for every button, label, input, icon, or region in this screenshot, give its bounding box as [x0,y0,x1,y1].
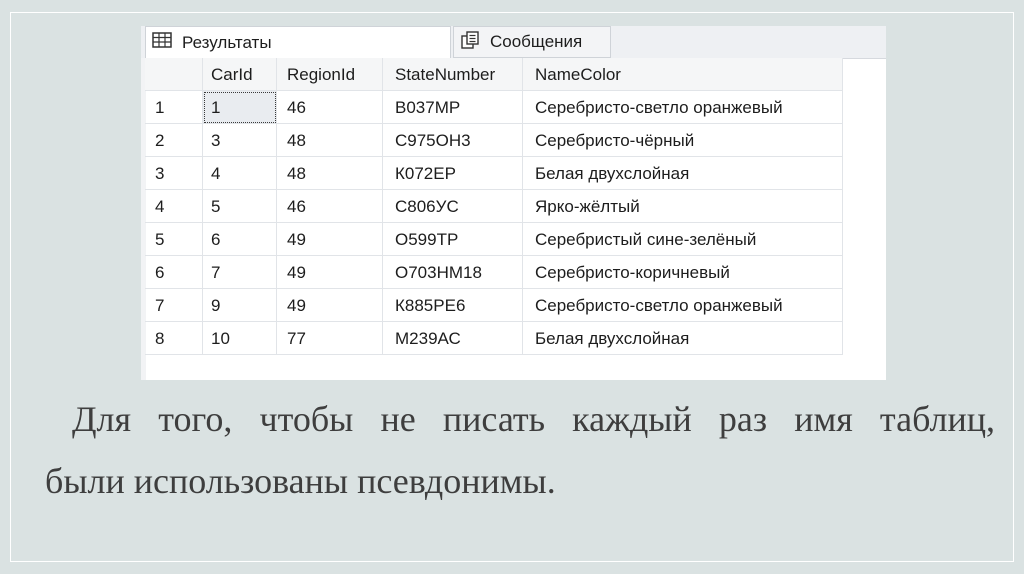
slide-caption: Для того, чтобы не писать каждый раз имя… [45,388,995,512]
cell-statenumber[interactable]: К072ЕР [383,157,523,190]
table-header-row: CarId RegionId StateNumber NameColor [145,58,845,91]
table-row: 7 9 49 К885РЕ6 Серебристо-светло оранжев… [145,289,845,322]
cell-statenumber[interactable]: О703НМ18 [383,256,523,289]
cell-carid[interactable]: 1 [203,91,277,124]
query-results-window: Результаты Сообщения CarId RegionId Stat… [141,26,886,380]
cell-regionid[interactable]: 49 [277,223,383,256]
results-tabbar: Результаты Сообщения [141,26,886,59]
cell-namecolor[interactable]: Серебристо-светло оранжевый [523,91,843,124]
cell-statenumber[interactable]: С806УС [383,190,523,223]
table-row: 1 1 46 В037МР Серебристо-светло оранжевы… [145,91,845,124]
column-header-regionid[interactable]: RegionId [277,58,383,91]
cell-regionid[interactable]: 48 [277,124,383,157]
cell-carid[interactable]: 10 [203,322,277,355]
tab-messages[interactable]: Сообщения [453,26,611,58]
table-row: 2 3 48 С975ОН3 Серебристо-чёрный [145,124,845,157]
row-number[interactable]: 8 [145,322,203,355]
cell-namecolor[interactable]: Ярко-жёлтый [523,190,843,223]
caption-line-1: Для того, чтобы не писать каждый раз имя… [72,399,995,439]
column-header-namecolor[interactable]: NameColor [523,58,843,91]
cell-namecolor[interactable]: Белая двухслойная [523,322,843,355]
cell-regionid[interactable]: 46 [277,190,383,223]
cell-regionid[interactable]: 77 [277,322,383,355]
tab-results-label: Результаты [182,32,272,52]
cell-carid[interactable]: 6 [203,223,277,256]
cell-statenumber[interactable]: С975ОН3 [383,124,523,157]
column-header-rownum[interactable] [145,58,203,91]
cell-carid[interactable]: 4 [203,157,277,190]
cell-namecolor[interactable]: Серебристо-чёрный [523,124,843,157]
table-row: 4 5 46 С806УС Ярко-жёлтый [145,190,845,223]
column-header-carid[interactable]: CarId [203,58,277,91]
row-number[interactable]: 1 [145,91,203,124]
table-row: 3 4 48 К072ЕР Белая двухслойная [145,157,845,190]
cell-carid[interactable]: 7 [203,256,277,289]
cell-namecolor[interactable]: Серебристо-коричневый [523,256,843,289]
cell-regionid[interactable]: 49 [277,256,383,289]
cell-regionid[interactable]: 46 [277,91,383,124]
cell-statenumber[interactable]: К885РЕ6 [383,289,523,322]
messages-icon [460,30,490,54]
cell-regionid[interactable]: 48 [277,157,383,190]
table-row: 6 7 49 О703НМ18 Серебристо-коричневый [145,256,845,289]
cell-statenumber[interactable]: В037МР [383,91,523,124]
cell-statenumber[interactable]: М239АС [383,322,523,355]
row-number[interactable]: 2 [145,124,203,157]
row-number[interactable]: 5 [145,223,203,256]
cell-namecolor[interactable]: Серебристый сине-зелёный [523,223,843,256]
cell-carid[interactable]: 3 [203,124,277,157]
cell-statenumber[interactable]: О599ТР [383,223,523,256]
caption-line-2: были использованы псевдонимы. [45,461,556,501]
column-header-statenumber[interactable]: StateNumber [383,58,523,91]
row-number[interactable]: 6 [145,256,203,289]
cell-regionid[interactable]: 49 [277,289,383,322]
table-row: 8 10 77 М239АС Белая двухслойная [145,322,845,355]
row-number[interactable]: 4 [145,190,203,223]
tab-results[interactable]: Результаты [145,26,451,58]
cell-carid[interactable]: 5 [203,190,277,223]
cell-namecolor[interactable]: Белая двухслойная [523,157,843,190]
cell-namecolor[interactable]: Серебристо-светло оранжевый [523,289,843,322]
row-number[interactable]: 7 [145,289,203,322]
tab-messages-label: Сообщения [490,32,583,51]
table-row: 5 6 49 О599ТР Серебристый сине-зелёный [145,223,845,256]
row-number[interactable]: 3 [145,157,203,190]
grid-icon [152,32,182,53]
cell-carid[interactable]: 9 [203,289,277,322]
